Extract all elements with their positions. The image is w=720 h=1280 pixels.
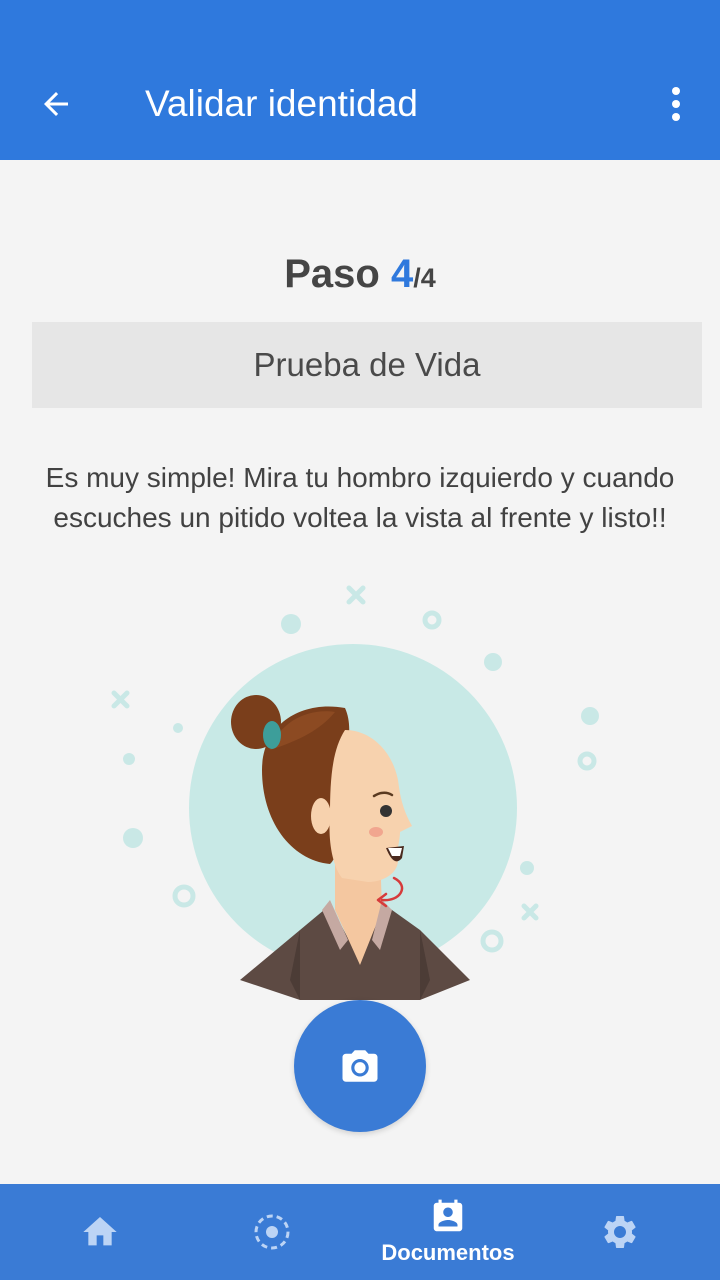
nav-settings[interactable] [550,1184,690,1280]
section-title: Prueba de Vida [253,346,481,383]
ear [311,798,331,834]
eye [380,805,392,817]
instructions-text: Es muy simple! Mira tu hombro izquierdo … [45,462,675,533]
step-current: 4 [390,252,414,296]
nav-documents[interactable]: Documentos [378,1184,518,1280]
face-scan-icon [254,1214,290,1250]
nav-documents-label: Documentos [381,1240,515,1265]
step-indicator: Paso 4/4 [0,246,720,306]
camera-button[interactable] [294,1000,426,1132]
step-label: Paso [284,252,380,296]
bottom-navigation: Documentos [0,1184,720,1280]
camera-icon [342,1050,378,1082]
gear-icon [604,1216,636,1248]
step-total: /4 [413,263,436,293]
app-bar: Validar identidad [0,0,720,160]
liveness-illustration [111,585,599,1000]
more-vert-icon [672,87,680,121]
documents-icon [433,1199,463,1232]
nav-face-scan[interactable] [202,1184,342,1280]
home-icon [83,1217,117,1246]
page-title: Validar identidad [145,83,418,124]
nav-home[interactable] [30,1184,170,1280]
arrow-back-icon [44,92,68,116]
back-button[interactable] [24,72,88,136]
section-header: Prueba de Vida [32,322,702,408]
overflow-menu-button[interactable] [652,72,700,136]
